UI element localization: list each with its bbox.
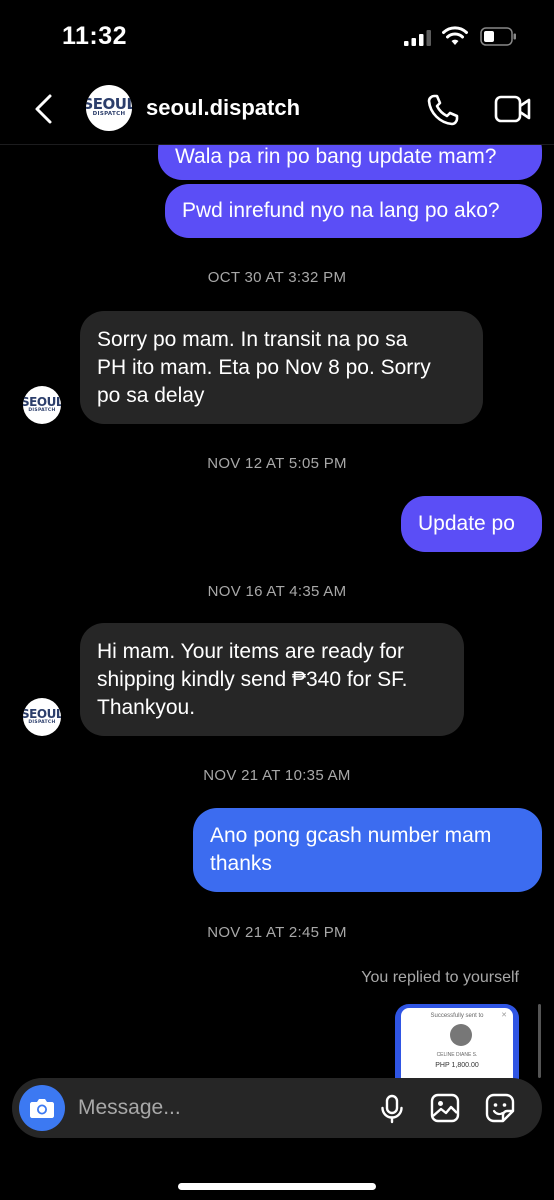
cellular-signal-icon (404, 30, 431, 46)
avatar-logo-text: SEOUL (23, 706, 61, 721)
scrollbar[interactable] (538, 1004, 541, 1078)
sender-avatar[interactable]: SEOUL DISPATCH (23, 386, 61, 424)
phone-call-icon[interactable] (426, 93, 460, 127)
message-outgoing[interactable]: Ano pong gcash number mam thanks (193, 808, 542, 892)
receipt-amount: PHP 1,800.00 (435, 1062, 479, 1069)
gallery-icon[interactable] (430, 1093, 460, 1123)
avatar-logo-subtext: DISPATCH (92, 111, 126, 117)
recipient-avatar (450, 1024, 472, 1046)
back-arrow-icon[interactable] (30, 93, 56, 125)
sender-avatar[interactable]: SEOUL DISPATCH (23, 698, 61, 736)
sticker-icon[interactable] (485, 1093, 515, 1123)
message-line: Thankyou. (97, 695, 196, 719)
message-timestamp: NOV 16 AT 4:35 AM (207, 583, 347, 600)
message-line: PH ito mam. Eta po Nov 8 po. Sorry (97, 355, 431, 379)
avatar-logo-text: SEOUL (23, 394, 61, 409)
message-timestamp: NOV 21 AT 10:35 AM (203, 767, 351, 784)
message-timestamp: OCT 30 AT 3:32 PM (207, 269, 347, 286)
message-text: Wala pa rin po bang update mam? (175, 145, 497, 168)
message-line: Ano pong gcash number mam (210, 824, 492, 847)
message-line: Sorry po mam. In transit na po sa (97, 327, 408, 351)
message-timestamp: NOV 21 AT 2:45 PM (207, 924, 347, 941)
reply-note: You replied to yourself (361, 969, 519, 986)
message-line: thanks (210, 852, 272, 875)
camera-button[interactable] (19, 1085, 65, 1131)
wifi-icon (442, 26, 468, 45)
message-outgoing[interactable]: Update po (401, 496, 542, 552)
message-text: Pwd inrefund nyo na lang po ako? (182, 199, 500, 222)
message-outgoing[interactable]: Pwd inrefund nyo na lang po ako? (165, 184, 542, 238)
message-list[interactable]: Wala pa rin po bang update mam? Pwd inre… (0, 0, 554, 1200)
video-call-icon[interactable] (494, 93, 532, 125)
status-time: 11:32 (62, 22, 128, 50)
microphone-icon[interactable] (380, 1094, 404, 1124)
avatar-logo-subtext: DISPATCH (28, 719, 56, 725)
avatar-logo-text: SEOUL (86, 95, 132, 113)
contact-avatar[interactable]: SEOUL DISPATCH (86, 85, 132, 131)
message-timestamp: NOV 12 AT 5:05 PM (207, 455, 347, 472)
recipient-name: CELINE DIANE S. (436, 1052, 478, 1058)
close-icon: ✕ (501, 1012, 507, 1019)
status-bar: 11:32 (0, 0, 554, 75)
message-input[interactable] (78, 1094, 358, 1122)
avatar-logo-subtext: DISPATCH (28, 407, 56, 413)
message-composer (12, 1078, 542, 1138)
chat-header: SEOUL DISPATCH seoul.dispatch (0, 75, 554, 145)
home-indicator[interactable] (178, 1183, 376, 1190)
message-text: Update po (418, 512, 515, 535)
battery-icon (480, 27, 516, 46)
receipt-title: Successfully sent to (430, 1013, 484, 1019)
message-line: Hi mam. Your items are ready for (97, 639, 404, 663)
message-line: po sa delay (97, 383, 205, 407)
message-line: shipping kindly send ₱340 for SF. (97, 667, 408, 691)
message-incoming[interactable]: Hi mam. Your items are ready for shippin… (80, 623, 464, 736)
message-incoming[interactable]: Sorry po mam. In transit na po sa PH ito… (80, 311, 483, 424)
contact-name[interactable]: seoul.dispatch (146, 95, 300, 121)
camera-icon (30, 1099, 54, 1118)
